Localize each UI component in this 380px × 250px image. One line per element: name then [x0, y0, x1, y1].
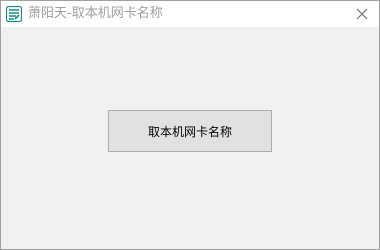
close-icon	[356, 5, 368, 24]
close-button[interactable]	[351, 4, 373, 24]
app-logo-icon	[5, 5, 23, 23]
client-area: 取本机网卡名称	[1, 27, 379, 249]
title-bar[interactable]: 萧阳天-取本机网卡名称	[1, 1, 379, 27]
get-nic-name-button[interactable]: 取本机网卡名称	[108, 110, 272, 152]
window-title: 萧阳天-取本机网卡名称	[28, 6, 163, 21]
app-window: 萧阳天-取本机网卡名称 取本机网卡名称	[0, 0, 380, 250]
